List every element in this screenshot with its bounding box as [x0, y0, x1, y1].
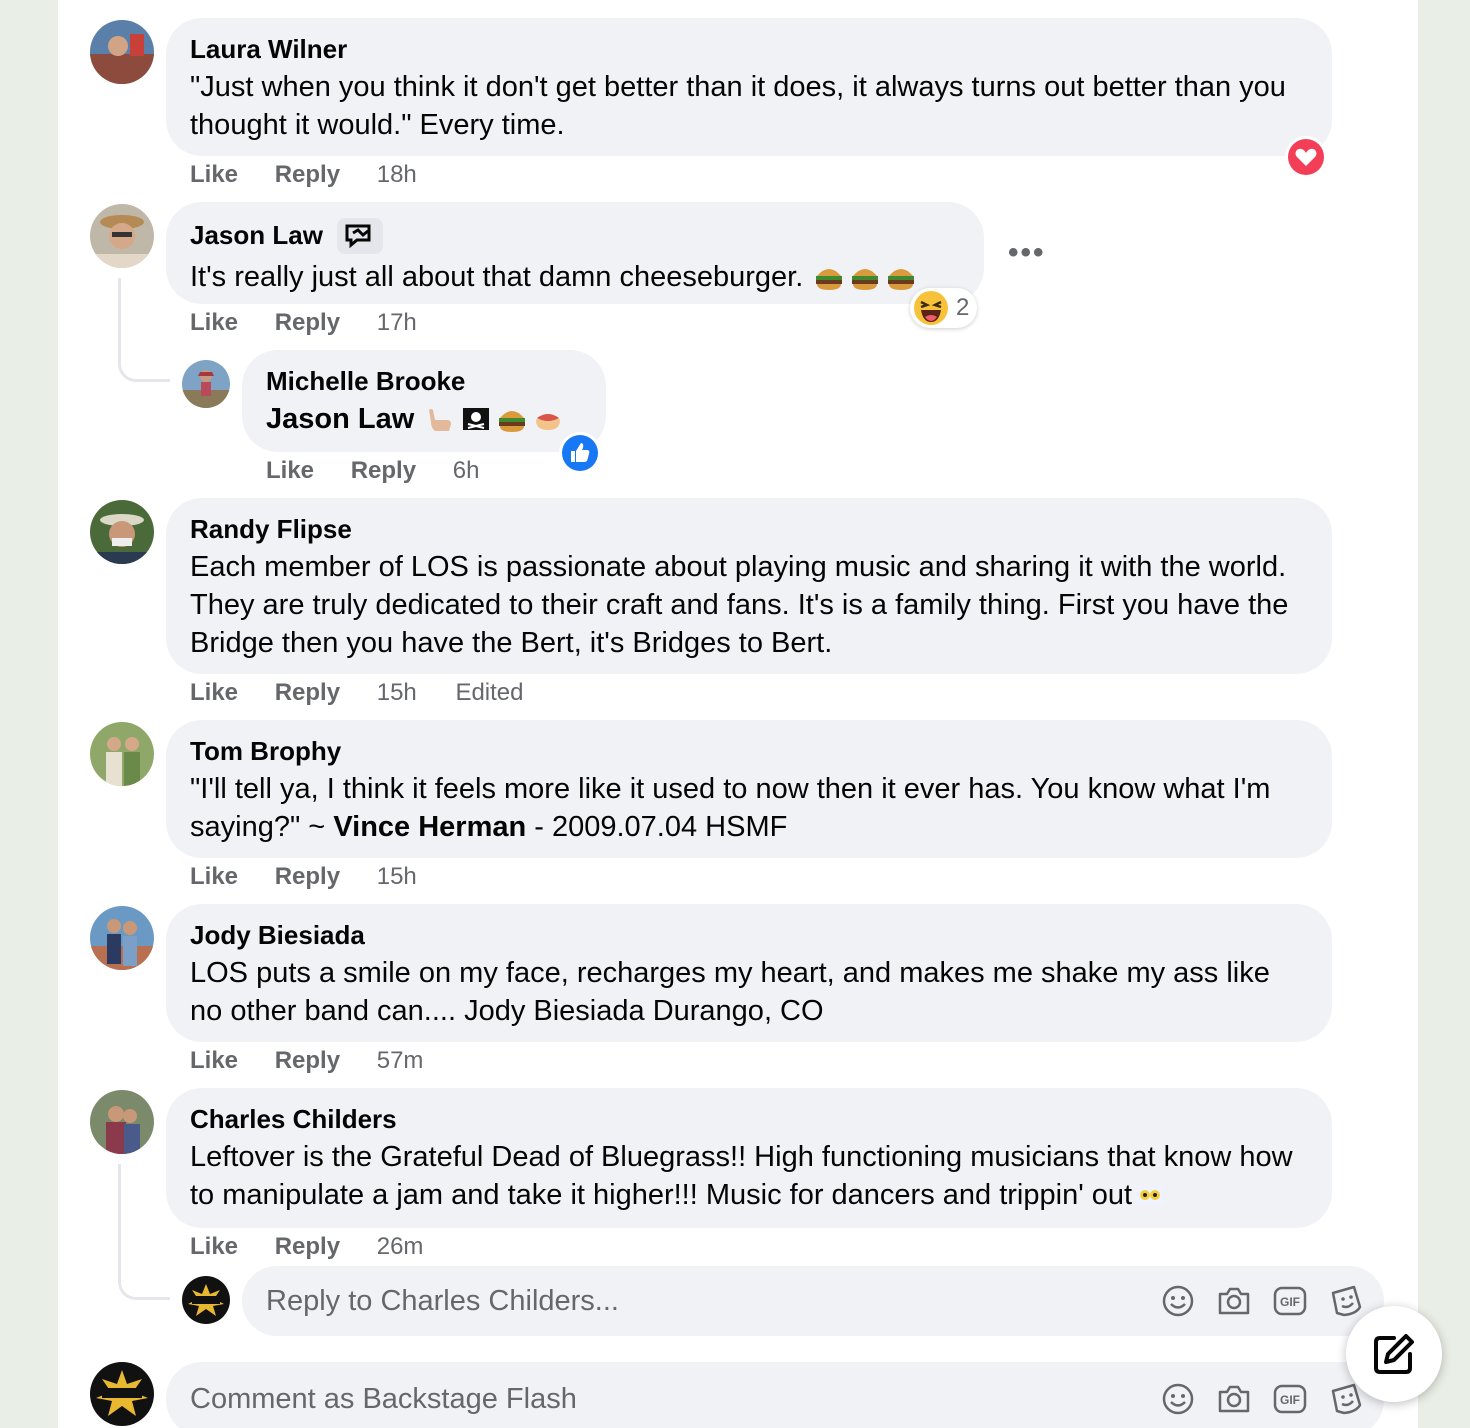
- comment-bubble: Jason Law It's really just all about tha…: [166, 202, 984, 304]
- comment-bubble: Charles Childers Leftover is the Gratefu…: [166, 1088, 1332, 1228]
- dizzy-eyes-emoji: [1135, 1186, 1166, 1204]
- comment-text: LOS puts a smile on my face, recharges m…: [190, 957, 1270, 1027]
- reply-input[interactable]: Reply to Charles Childers... GIF: [242, 1266, 1384, 1336]
- comment-actions: Like Reply 6h: [266, 457, 511, 485]
- comment-text: Leftover is the Grateful Dead of Bluegra…: [190, 1141, 1293, 1211]
- avatar[interactable]: [90, 1090, 154, 1154]
- burger-emoji: [852, 269, 879, 290]
- burger-emoji: [816, 269, 843, 290]
- svg-text:GIF: GIF: [1280, 1393, 1300, 1407]
- more-options-icon[interactable]: •••: [1008, 236, 1046, 270]
- hotdog-emoji: [536, 414, 561, 430]
- reply-button[interactable]: Reply: [351, 457, 416, 484]
- mention-link[interactable]: Jason Law: [266, 403, 414, 435]
- comment-input[interactable]: Comment as Backstage Flash GIF: [166, 1362, 1384, 1428]
- burger-emoji: [499, 411, 526, 432]
- input-toolbar: GIF: [1160, 1266, 1384, 1336]
- reply-input-placeholder: Reply to Charles Childers...: [266, 1284, 619, 1317]
- comment-author[interactable]: Tom Brophy: [190, 736, 341, 766]
- comment-bubble: Jody Biesiada LOS puts a smile on my fac…: [166, 904, 1332, 1042]
- comment-author[interactable]: Laura Wilner: [190, 34, 347, 64]
- compose-icon: [1374, 1334, 1414, 1374]
- comment-author[interactable]: Charles Childers: [190, 1104, 397, 1134]
- svg-text:GIF: GIF: [1280, 1295, 1300, 1309]
- reply-button[interactable]: Reply: [275, 161, 340, 188]
- avatar[interactable]: [90, 906, 154, 970]
- comment-actions: Like Reply 26m: [190, 1233, 455, 1261]
- timestamp[interactable]: 18h: [377, 161, 417, 188]
- comment-actions: Like Reply 17h: [190, 309, 449, 337]
- comment-bubble: Randy Flipse Each member of LOS is passi…: [166, 498, 1332, 674]
- gif-icon[interactable]: GIF: [1272, 1283, 1308, 1319]
- top-fan-badge-icon: [336, 218, 383, 254]
- avatar: [90, 1362, 154, 1426]
- comment-actions: Like Reply 57m: [190, 1047, 455, 1075]
- timestamp[interactable]: 6h: [453, 457, 480, 484]
- reply-button[interactable]: Reply: [275, 309, 340, 336]
- reply-button[interactable]: Reply: [275, 679, 340, 706]
- comment-bubble: Laura Wilner "Just when you think it don…: [166, 18, 1332, 156]
- like-button[interactable]: Like: [266, 457, 314, 484]
- comment-author[interactable]: Jody Biesiada: [190, 920, 365, 950]
- comment-text: Each member of LOS is passionate about p…: [190, 551, 1289, 659]
- sticker-icon[interactable]: [1328, 1283, 1364, 1319]
- timestamp[interactable]: 26m: [377, 1233, 424, 1260]
- comment-actions: Like Reply 15h: [190, 863, 449, 891]
- mention-link[interactable]: Vince Herman: [333, 811, 526, 843]
- haha-reaction-icon: [914, 291, 948, 325]
- comment-input-placeholder: Comment as Backstage Flash: [190, 1382, 577, 1415]
- burger-emoji: [888, 269, 915, 290]
- timestamp[interactable]: 57m: [377, 1047, 424, 1074]
- timestamp[interactable]: 15h: [377, 679, 417, 706]
- comment-author[interactable]: Jason Law: [190, 218, 383, 254]
- comment-text: "Just when you think it don't get better…: [190, 71, 1286, 141]
- timestamp[interactable]: 15h: [377, 863, 417, 890]
- comment-text: It's really just all about that damn che…: [190, 258, 960, 296]
- edited-label[interactable]: Edited: [455, 679, 523, 706]
- comment-author[interactable]: Randy Flipse: [190, 514, 352, 544]
- comment-text: "I'll tell ya, I think it feels more lik…: [190, 773, 1271, 843]
- avatar: [182, 1276, 230, 1324]
- reaction-summary[interactable]: 2: [910, 288, 978, 328]
- pointing-hand-emoji: [429, 409, 452, 431]
- like-button[interactable]: Like: [190, 863, 238, 890]
- reply-button[interactable]: Reply: [275, 1047, 340, 1074]
- like-button[interactable]: Like: [190, 1233, 238, 1260]
- like-button[interactable]: Like: [190, 679, 238, 706]
- camera-icon[interactable]: [1216, 1381, 1252, 1417]
- avatar[interactable]: [90, 204, 154, 268]
- avatar[interactable]: [90, 500, 154, 564]
- gif-icon[interactable]: GIF: [1272, 1381, 1308, 1417]
- like-button[interactable]: Like: [190, 161, 238, 188]
- comment-text: Jason Law: [266, 400, 582, 438]
- camera-icon[interactable]: [1216, 1283, 1252, 1319]
- comment-actions: Like Reply 18h: [190, 161, 449, 189]
- compose-button[interactable]: [1346, 1306, 1442, 1402]
- avatar[interactable]: [182, 360, 230, 408]
- like-button[interactable]: Like: [190, 309, 238, 336]
- reply-button[interactable]: Reply: [275, 1233, 340, 1260]
- comment-actions: Like Reply 15h Edited: [190, 679, 524, 707]
- emoji-icon[interactable]: [1160, 1283, 1196, 1319]
- like-reaction-icon[interactable]: [558, 431, 602, 480]
- thread-connector: [118, 278, 170, 382]
- comment-bubble: Michelle Brooke Jason Law: [242, 350, 606, 452]
- comment-author[interactable]: Michelle Brooke: [266, 366, 465, 396]
- like-button[interactable]: Like: [190, 1047, 238, 1074]
- reply-button[interactable]: Reply: [275, 863, 340, 890]
- reaction-count: 2: [956, 294, 970, 321]
- pirate-flag-emoji: [463, 408, 490, 430]
- timestamp[interactable]: 17h: [377, 309, 417, 336]
- thread-connector: [118, 1164, 170, 1300]
- comment-bubble: Tom Brophy "I'll tell ya, I think it fee…: [166, 720, 1332, 858]
- emoji-icon[interactable]: [1160, 1381, 1196, 1417]
- heart-reaction-icon[interactable]: [1284, 135, 1328, 184]
- avatar[interactable]: [90, 20, 154, 84]
- avatar[interactable]: [90, 722, 154, 786]
